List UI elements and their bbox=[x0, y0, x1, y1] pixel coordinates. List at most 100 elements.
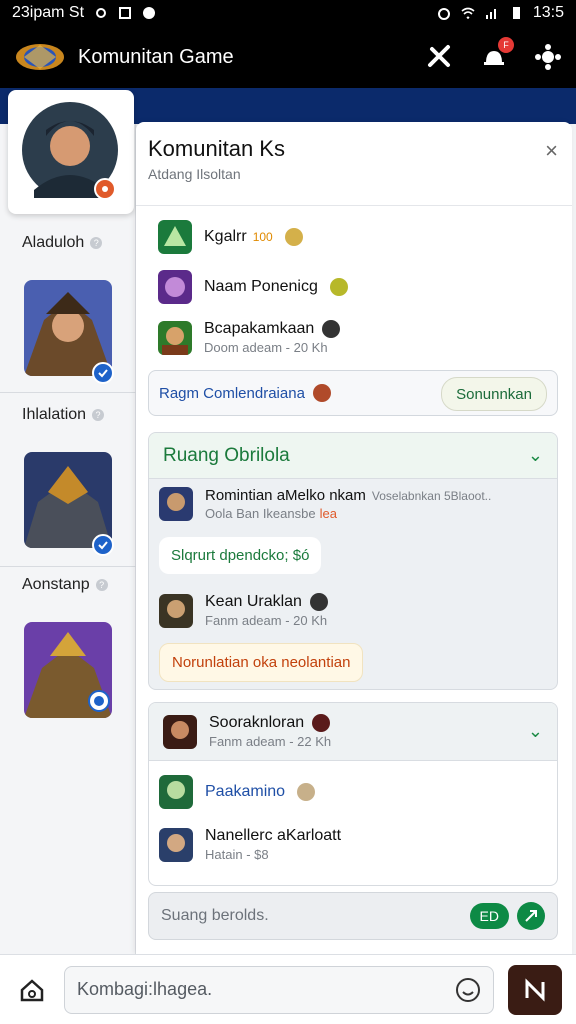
side-note: Voselabnkan 5Blaoot.. bbox=[371, 489, 492, 503]
group-title: Ruang Obrilola bbox=[163, 444, 290, 466]
chat-bubble[interactable]: Norunlatian oka neolantian bbox=[159, 643, 364, 682]
message-input[interactable]: Kombagi:lhagea. bbox=[64, 965, 494, 1014]
composer-chip[interactable]: ED bbox=[469, 903, 509, 929]
composer-placeholder: Suang berolds. bbox=[161, 907, 269, 924]
chat-message[interactable]: Romintian aMelko nkam Voselabnkan 5Blaoo… bbox=[159, 487, 491, 521]
rail-section-label: Aonstanp? bbox=[22, 576, 108, 594]
item-name: Paakamino bbox=[205, 783, 286, 800]
badge-icon bbox=[322, 320, 341, 338]
online-badge bbox=[94, 178, 116, 200]
group-header[interactable]: Ruang Obrilola ⌄ bbox=[149, 433, 557, 479]
check-icon bbox=[98, 369, 108, 378]
avatar bbox=[159, 487, 193, 521]
message-tag: lea bbox=[319, 506, 337, 521]
list-item[interactable]: Nanellerc aKarloatt Hatain - $8 bbox=[159, 827, 341, 862]
send-button[interactable] bbox=[517, 902, 545, 930]
signal-icon bbox=[485, 9, 496, 19]
verified-badge bbox=[92, 362, 114, 384]
message-composer[interactable]: Suang berolds. ED bbox=[148, 892, 558, 940]
close-button[interactable]: × bbox=[545, 138, 558, 164]
item-meta: Hatain - $8 bbox=[205, 847, 269, 862]
panel-title: Komunitan Ks bbox=[148, 136, 285, 161]
chat-group: Sooraknloran Fanm adeam - 22 Kh ⌄ Paakam… bbox=[148, 702, 558, 886]
rail-section-label: Ihlalation? bbox=[22, 406, 105, 424]
sender-name: Romintian aMelko nkam bbox=[205, 487, 366, 504]
rail-hero-badge bbox=[88, 690, 110, 712]
swords-button[interactable] bbox=[426, 43, 454, 71]
smile-icon bbox=[330, 277, 349, 296]
help-icon: ? bbox=[95, 579, 108, 591]
chat-message[interactable]: Kean Uraklan Fanm adeam - 20 Kh bbox=[159, 593, 328, 628]
avatar bbox=[22, 102, 118, 198]
hero-avatar-icon bbox=[167, 493, 185, 511]
game-thumbnail bbox=[158, 220, 192, 254]
hero-avatar-icon bbox=[171, 720, 189, 739]
help-icon: ? bbox=[92, 409, 105, 421]
smile-icon bbox=[297, 783, 316, 801]
message-meta: Oola Ban Ikeansbe bbox=[205, 506, 316, 521]
gear-icon bbox=[535, 44, 561, 70]
chat-bubble[interactable]: Slqrurt dpendcko; $ó bbox=[159, 537, 322, 574]
send-button[interactable] bbox=[508, 964, 562, 1015]
message-meta: Fanm adeam - 20 Kh bbox=[205, 613, 328, 629]
item-name: Nanellerc aKarloatt bbox=[205, 827, 342, 844]
item-meta: Doom adeam - 20 Kh bbox=[204, 340, 328, 356]
hero-avatar-icon bbox=[167, 599, 185, 618]
check-icon bbox=[98, 541, 108, 550]
chat-icon bbox=[143, 7, 156, 19]
profile-avatar-card[interactable] bbox=[8, 90, 134, 214]
game-logo-icon bbox=[16, 44, 64, 70]
promo-banner: Ragm Comlendraiana Sonunnkan bbox=[148, 370, 558, 416]
notification-badge: F bbox=[498, 37, 514, 53]
item-name: Naam Ponenicg bbox=[204, 278, 318, 296]
community-panel: Komunitan Ks Atdang Ilsoltan × Kgalrr 100… bbox=[136, 122, 572, 954]
emoji-icon[interactable] bbox=[455, 977, 481, 1003]
game-icon bbox=[165, 277, 185, 297]
home-button[interactable] bbox=[14, 972, 50, 1008]
status-left-text: 23ipam St bbox=[12, 4, 85, 21]
rail-section-label: Aladuloh? bbox=[22, 234, 103, 252]
group-meta: Fanm adeam - 22 Kh bbox=[209, 734, 332, 750]
notifications-button[interactable]: F bbox=[480, 37, 514, 71]
item-tag: 100 bbox=[252, 230, 273, 245]
status-bar: 23ipam St 13:5 bbox=[0, 0, 576, 26]
alarm-icon bbox=[437, 8, 450, 20]
game-thumbnail bbox=[158, 270, 192, 304]
square-icon bbox=[119, 7, 132, 19]
chevron-down-icon: ⌄ bbox=[527, 721, 543, 741]
list-item[interactable]: Kgalrr 100 bbox=[158, 220, 304, 254]
promo-text: Ragm Comlendraiana bbox=[159, 384, 305, 402]
group-header[interactable]: Sooraknloran Fanm adeam - 22 Kh ⌄ bbox=[149, 703, 557, 761]
hero-avatar-icon bbox=[167, 781, 185, 799]
avatar bbox=[159, 775, 193, 809]
gear-icon bbox=[96, 8, 107, 18]
avatar bbox=[159, 827, 193, 862]
wifi-icon bbox=[461, 7, 475, 20]
item-name: Bcapakamkaan bbox=[204, 320, 315, 338]
badge-icon bbox=[309, 593, 328, 611]
list-item[interactable]: Paakamino bbox=[159, 775, 316, 809]
chevron-down-icon: ⌄ bbox=[527, 445, 543, 465]
app-title: Komunitan Game bbox=[78, 45, 234, 68]
edit-icon bbox=[94, 696, 104, 706]
home-icon bbox=[20, 978, 44, 1001]
panel-subtitle: Atdang Ilsoltan bbox=[148, 166, 241, 182]
game-icon bbox=[162, 326, 188, 355]
trophy-icon bbox=[285, 227, 304, 246]
settings-button[interactable] bbox=[534, 43, 562, 71]
list-item[interactable]: Bcapakamkaan Doom adeam - 20 Kh bbox=[158, 320, 341, 356]
avatar bbox=[159, 593, 193, 628]
promo-button[interactable]: Sonunnkan bbox=[441, 377, 547, 411]
bottom-bar: Kombagi:lhagea. bbox=[0, 954, 576, 1024]
chat-group: Ruang Obrilola ⌄ Romintian aMelko nkam V… bbox=[148, 432, 558, 690]
app-bar: Komunitan Game F bbox=[0, 26, 576, 88]
item-name: Kgalrr bbox=[204, 228, 247, 246]
send-icon bbox=[525, 910, 537, 922]
fire-icon bbox=[102, 186, 108, 192]
list-item[interactable]: Naam Ponenicg bbox=[158, 270, 349, 304]
send-icon bbox=[525, 977, 545, 1002]
sender-name: Kean Uraklan bbox=[205, 593, 302, 611]
status-time: 13:5 bbox=[532, 4, 564, 21]
game-icon bbox=[164, 226, 186, 246]
hero-avatar-icon bbox=[167, 833, 185, 852]
